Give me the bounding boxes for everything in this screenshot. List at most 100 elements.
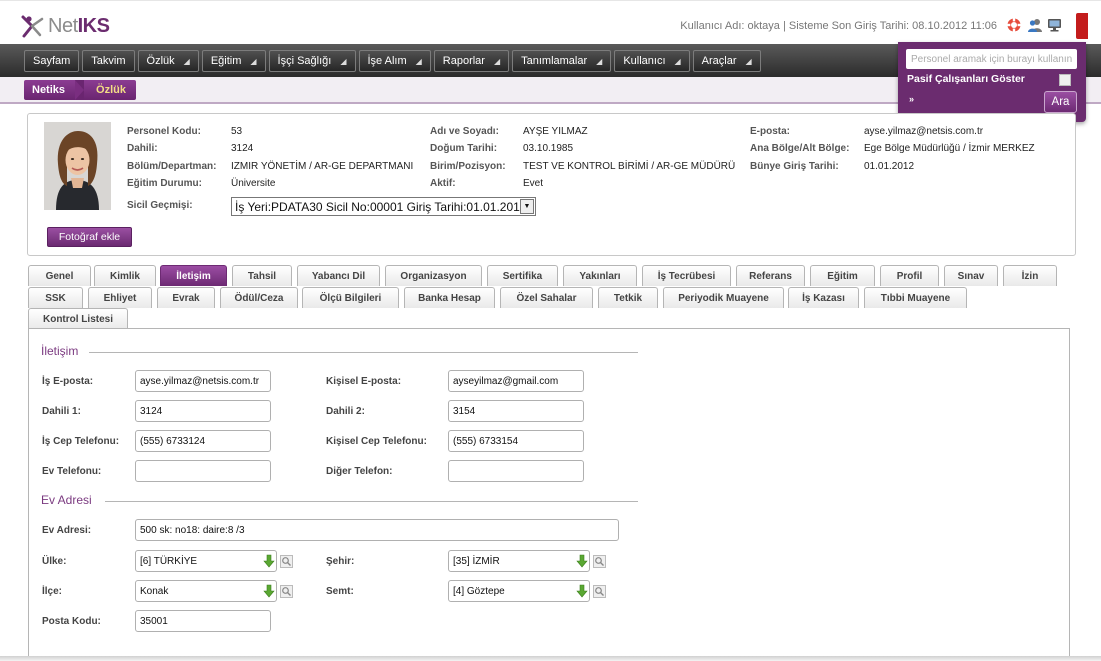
breadcrumb-item-home[interactable]: Netiks (24, 80, 76, 100)
contact-section-title: İletişim (41, 344, 82, 358)
expand-chevrons-icon[interactable]: » (909, 94, 914, 104)
country-input[interactable]: [6] TÜRKİYE (135, 550, 277, 572)
monitor-icon[interactable] (1047, 17, 1063, 33)
email-label: E-posta: (750, 126, 790, 137)
entry-date-value: 01.01.2012 (864, 161, 915, 172)
tab-sinav[interactable]: Sınav (944, 265, 998, 286)
menu-item-kullanici[interactable]: Kullanıcı ◢ (614, 50, 690, 72)
tab-is-tecrubesi[interactable]: İş Tecrübesi (642, 265, 731, 286)
tab-evrak[interactable]: Evrak (157, 287, 215, 308)
city-lookup-search-icon[interactable] (593, 555, 606, 568)
tab-olcu-bilgileri[interactable]: Ölçü Bilgileri (302, 287, 399, 308)
employee-profile-panel: Fotoğraf ekle Personel Kodu: 53 Dahili: … (27, 113, 1076, 256)
passive-employees-label: Pasif Çalışanları Göster (907, 73, 1025, 85)
registry-history-select[interactable]: İş Yeri:PDATA30 Sicil No:00001 Giriş Tar… (231, 197, 536, 216)
menu-item-takvim[interactable]: Takvim (82, 50, 135, 72)
personal-email-input[interactable]: ayseyilmaz@gmail.com (448, 370, 584, 392)
city-label: Şehir: (326, 556, 355, 567)
work-mobile-label: İş Cep Telefonu: (42, 436, 120, 447)
menu-item-tanimlamalar[interactable]: Tanımlamalar ◢ (512, 50, 612, 72)
other-phone-input[interactable] (448, 460, 584, 482)
main-menu: Sayfam Takvim Özlük ◢ Eğitim ◢ İşçi Sağlığı ◢ İş… (24, 50, 761, 72)
tab-ozel-sahalar[interactable]: Özel Sahalar (500, 287, 593, 308)
neighborhood-select-arrow-icon[interactable] (576, 584, 588, 598)
logo-text: NetIKS (48, 14, 110, 37)
tab-ehliyet[interactable]: Ehliyet (88, 287, 152, 308)
email-value: ayse.yilmaz@netsis.com.tr (864, 126, 984, 137)
tab-profil[interactable]: Profil (880, 265, 939, 286)
tab-is-kazasi[interactable]: İş Kazası (788, 287, 859, 308)
tab-egitim[interactable]: Eğitim (810, 265, 875, 286)
extension-2-label: Dahili 2: (326, 406, 365, 417)
home-phone-input[interactable] (135, 460, 271, 482)
work-mobile-input[interactable]: (555) 6733124 (135, 430, 271, 452)
district-input[interactable]: Konak (135, 580, 277, 602)
tab-genel[interactable]: Genel (28, 265, 91, 286)
search-button[interactable]: Ara (1044, 91, 1077, 113)
breadcrumb: Netiks Özlük (24, 80, 136, 100)
menu-item-raporlar[interactable]: Raporlar ◢ (433, 50, 510, 72)
department-value: IZMIR YÖNETİM / AR-GE DEPARTMANI (231, 161, 414, 172)
tab-iletisim[interactable]: İletişim (160, 265, 227, 286)
personal-email-label: Kişisel E-posta: (326, 376, 402, 387)
home-address-label: Ev Adresi: (42, 525, 92, 536)
home-address-input[interactable]: 500 sk: no18: daire:8 /3 (135, 519, 619, 541)
country-lookup-search-icon[interactable] (280, 555, 293, 568)
birth-date-value: 03.10.1985 (523, 143, 574, 154)
tab-periyodik-muayene[interactable]: Periyodik Muayene (663, 287, 784, 308)
menu-item-egitim[interactable]: Eğitim ◢ (201, 50, 266, 72)
tab-izin[interactable]: İzin (1003, 265, 1057, 286)
add-photo-button[interactable]: Fotoğraf ekle (47, 227, 132, 247)
menu-item-ozluk[interactable]: Özlük ◢ (137, 50, 199, 72)
tab-kontrol-listesi[interactable]: Kontrol Listesi (28, 308, 128, 329)
tab-tibbi-muayene[interactable]: Tıbbi Muayene (864, 287, 967, 308)
tab-kimlik[interactable]: Kimlik (94, 265, 156, 286)
breadcrumb-item-current[interactable]: Özlük (84, 80, 136, 100)
employee-portrait-icon (44, 122, 111, 210)
tab-organizasyon[interactable]: Organizasyon (385, 265, 482, 286)
tab-yakinlari[interactable]: Yakınları (563, 265, 637, 286)
district-select-arrow-icon[interactable] (263, 584, 275, 598)
menu-item-araclar[interactable]: Araçlar ◢ (692, 50, 761, 72)
menu-caret-icon: ◢ (745, 56, 752, 66)
exit-tab[interactable] (1076, 13, 1088, 39)
users-icon[interactable] (1027, 17, 1043, 33)
postal-code-input[interactable]: 35001 (135, 610, 271, 632)
tab-tetkik[interactable]: Tetkik (598, 287, 658, 308)
menu-caret-icon: ◢ (493, 56, 501, 66)
menu-item-label: İşe Alım (367, 55, 407, 67)
city-input[interactable]: [35] İZMİR (448, 550, 590, 572)
menu-item-label: Araçlar (701, 55, 737, 67)
dropdown-arrow-icon[interactable]: ▼ (520, 199, 534, 214)
city-select-arrow-icon[interactable] (576, 554, 588, 568)
netiks-logo[interactable]: NetIKS (20, 13, 110, 39)
menu-item-isci-sagligi[interactable]: İşçi Sağlığı ◢ (268, 50, 356, 72)
menu-caret-icon: ◢ (250, 56, 257, 66)
neighborhood-input[interactable]: [4] Göztepe (448, 580, 590, 602)
tab-referans[interactable]: Referans (736, 265, 805, 286)
personal-mobile-input[interactable]: (555) 6733154 (448, 430, 584, 452)
menu-item-sayfam[interactable]: Sayfam (24, 50, 80, 72)
menu-item-ise-alim[interactable]: İşe Alım ◢ (358, 50, 431, 72)
tab-yabanci-dil[interactable]: Yabancı Dil (297, 265, 380, 286)
country-select-arrow-icon[interactable] (263, 554, 275, 568)
district-label: İlçe: (42, 586, 63, 597)
tab-ssk[interactable]: SSK (28, 287, 83, 308)
work-email-input[interactable]: ayse.yilmaz@netsis.com.tr (135, 370, 271, 392)
menu-item-label: Kullanıcı (623, 55, 666, 67)
tab-tahsil[interactable]: Tahsil (232, 265, 292, 286)
personnel-search-input[interactable] (906, 49, 1077, 69)
district-lookup-search-icon[interactable] (280, 585, 293, 598)
tab-banka-hesap[interactable]: Banka Hesap (404, 287, 495, 308)
menu-item-label: Özlük (146, 55, 175, 67)
active-label: Aktif: (430, 178, 456, 189)
extension-1-input[interactable]: 3124 (135, 400, 271, 422)
postal-code-label: Posta Kodu: (42, 616, 101, 627)
passive-employees-checkbox[interactable] (1059, 74, 1071, 86)
tab-sertifika[interactable]: Sertifika (487, 265, 558, 286)
neighborhood-lookup-search-icon[interactable] (593, 585, 606, 598)
extension-2-input[interactable]: 3154 (448, 400, 584, 422)
tab-odul-ceza[interactable]: Ödül/Ceza (220, 287, 298, 308)
help-lifebuoy-icon[interactable] (1006, 17, 1022, 33)
neighborhood-label: Semt: (326, 586, 354, 597)
